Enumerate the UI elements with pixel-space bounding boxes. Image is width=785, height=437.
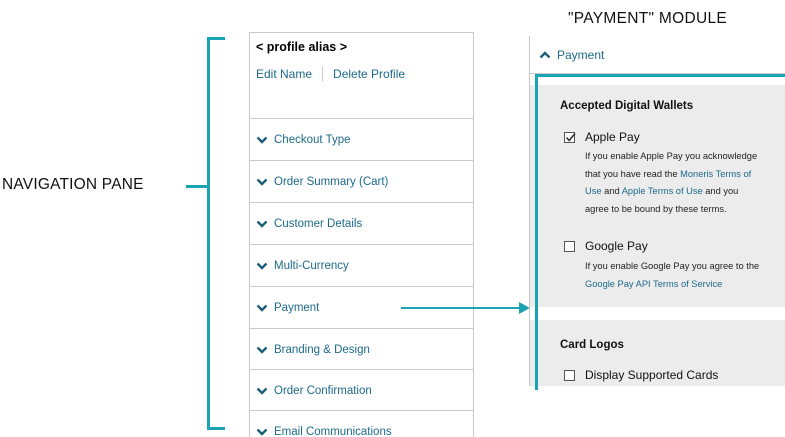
digital-wallets-title: Accepted Digital Wallets xyxy=(560,100,694,112)
terms-text: and you xyxy=(702,186,739,196)
nav-bracket-bottom xyxy=(207,427,225,430)
nav-item-label: Email Communications xyxy=(274,425,392,437)
profile-actions: Edit Name Delete Profile xyxy=(256,67,405,81)
moneris-terms-link-continued[interactable]: Use xyxy=(585,186,602,196)
google-pay-label: Google Pay xyxy=(585,239,648,253)
apple-pay-checkbox[interactable] xyxy=(564,131,576,143)
payment-arrow-line xyxy=(401,307,520,309)
chevron-up-icon xyxy=(539,50,551,58)
apple-terms-link[interactable]: Apple Terms of Use xyxy=(622,186,703,196)
digital-wallets-section: Accepted Digital Wallets Apple Pay If yo… xyxy=(530,85,785,307)
google-pay-terms-line: If you enable Google Pay you agree to th… xyxy=(585,261,760,271)
divider xyxy=(322,67,324,81)
chevron-down-icon xyxy=(256,428,268,436)
nav-item-branding-design[interactable]: Branding & Design xyxy=(250,328,473,370)
nav-item-multi-currency[interactable]: Multi-Currency xyxy=(250,244,473,286)
nav-item-label: Order Confirmation xyxy=(274,384,372,397)
apple-pay-terms-line: If you enable Apple Pay you acknowledge xyxy=(585,151,758,161)
apple-pay-option[interactable]: Apple Pay xyxy=(564,130,640,144)
chevron-down-icon xyxy=(256,136,268,144)
nav-item-label: Checkout Type xyxy=(274,133,351,146)
chevron-down-icon xyxy=(256,178,268,186)
nav-item-label: Customer Details xyxy=(274,217,363,230)
chevron-down-icon xyxy=(256,304,268,312)
chevron-down-icon xyxy=(256,262,268,270)
nav-item-customer-details[interactable]: Customer Details xyxy=(250,202,473,244)
nav-item-label: Multi-Currency xyxy=(274,259,349,272)
nav-item-label: Branding & Design xyxy=(274,343,370,356)
apple-pay-terms-line: that you have read the Moneris Terms of xyxy=(585,166,785,184)
edit-name-link[interactable]: Edit Name xyxy=(256,67,312,81)
navigation-pane: < profile alias > Edit Name Delete Profi… xyxy=(249,32,474,437)
apple-pay-terms: If you enable Apple Pay you acknowledge … xyxy=(585,148,785,218)
apple-pay-terms-line: agree to be bound by these terms. xyxy=(585,203,727,214)
google-pay-terms-link[interactable]: Google Pay API Terms of Service xyxy=(585,276,785,294)
nav-bracket-vertical xyxy=(207,37,210,430)
apple-pay-terms-line: Use and Apple Terms of Use and you xyxy=(585,183,785,201)
profile-alias: < profile alias > xyxy=(256,40,348,54)
chevron-down-icon xyxy=(256,346,268,354)
delete-profile-link[interactable]: Delete Profile xyxy=(333,67,405,81)
payment-header-label: Payment xyxy=(557,47,605,62)
nav-item-email-communications[interactable]: Email Communications xyxy=(250,410,473,437)
nav-item-label: Order Summary (Cart) xyxy=(274,175,389,188)
google-pay-option[interactable]: Google Pay xyxy=(564,239,648,253)
chevron-down-icon xyxy=(256,387,268,395)
navigation-pane-label: NAVIGATION PANE xyxy=(2,176,144,193)
google-pay-terms: If you enable Google Pay you agree to th… xyxy=(585,258,785,293)
display-cards-label: Display Supported Cards xyxy=(585,368,719,382)
payment-module-panel: Payment Accepted Digital Wallets Apple P… xyxy=(529,36,785,386)
display-cards-option[interactable]: Display Supported Cards xyxy=(564,368,718,382)
google-pay-checkbox[interactable] xyxy=(564,240,575,252)
terms-text: that you have read the xyxy=(585,168,681,179)
payment-module-label: "PAYMENT" MODULE xyxy=(568,10,728,27)
nav-item-checkout-type[interactable]: Checkout Type xyxy=(250,118,473,160)
display-cards-checkbox[interactable] xyxy=(564,369,575,381)
checkmark-icon xyxy=(565,132,576,142)
terms-text: and xyxy=(601,186,622,196)
nav-item-order-summary[interactable]: Order Summary (Cart) xyxy=(250,160,473,202)
nav-item-order-confirmation[interactable]: Order Confirmation xyxy=(250,369,473,411)
nav-bracket-top xyxy=(207,37,225,40)
moneris-terms-link[interactable]: Moneris Terms of xyxy=(680,169,751,179)
nav-item-label: Payment xyxy=(274,301,320,314)
chevron-down-icon xyxy=(256,220,268,228)
module-bracket-top xyxy=(535,74,785,77)
payment-section-header[interactable]: Payment xyxy=(530,36,785,74)
card-logos-title: Card Logos xyxy=(560,339,624,351)
module-bracket-vertical xyxy=(535,74,538,390)
card-logos-section: Card Logos Display Supported Cards xyxy=(530,320,785,386)
apple-pay-label: Apple Pay xyxy=(585,130,640,144)
